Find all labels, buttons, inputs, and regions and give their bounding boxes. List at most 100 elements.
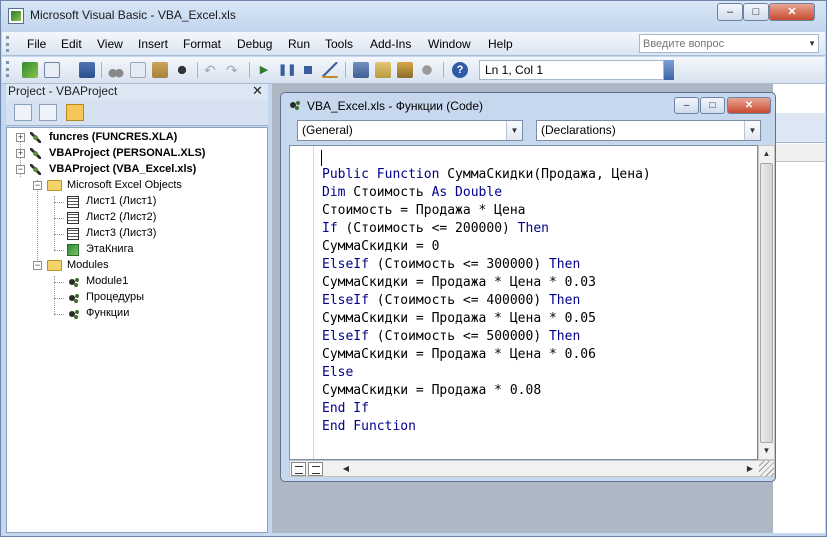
- chevron-down-icon[interactable]: ▼: [506, 121, 522, 140]
- code-line[interactable]: Else: [322, 364, 353, 382]
- menu-view[interactable]: View: [97, 37, 123, 51]
- collapse-icon[interactable]: −: [33, 181, 42, 190]
- menu-tools[interactable]: Tools: [325, 37, 353, 51]
- code-line[interactable]: If (Стоимость <= 200000) Then: [322, 220, 549, 238]
- code-line[interactable]: ElseIf (Стоимость <= 400000) Then: [322, 292, 580, 310]
- code-editor[interactable]: Public Function СуммаСкидки(Продажа, Цен…: [289, 145, 758, 460]
- code-line[interactable]: ElseIf (Стоимость <= 300000) Then: [322, 256, 580, 274]
- menu-debug[interactable]: Debug: [237, 37, 272, 51]
- tree-node-personal[interactable]: VBAProject (PERSONAL.XLS): [49, 147, 205, 159]
- minimize-button[interactable]: –: [717, 3, 743, 21]
- help-search-input[interactable]: [643, 36, 803, 51]
- tree-node-sheet2[interactable]: Лист2 (Лист2): [86, 211, 156, 223]
- save-icon[interactable]: [79, 62, 95, 78]
- toolbar-options-icon[interactable]: [664, 60, 674, 80]
- scroll-up-icon[interactable]: ▲: [759, 146, 774, 162]
- tree-node-procedures[interactable]: Процедуры: [86, 291, 144, 303]
- view-code-icon[interactable]: [14, 104, 32, 121]
- paste-icon[interactable]: [152, 62, 168, 78]
- code-maximize-button[interactable]: □: [700, 97, 725, 114]
- tree-node-sheet3[interactable]: Лист3 (Лист3): [86, 227, 156, 239]
- vertical-scrollbar[interactable]: ▲ ▼: [758, 145, 775, 460]
- menu-window[interactable]: Window: [428, 37, 471, 51]
- run-icon[interactable]: ▶: [256, 62, 272, 78]
- resize-grip[interactable]: [759, 461, 774, 476]
- code-line[interactable]: Dim Стоимость As Double: [322, 184, 502, 202]
- code-minimize-button[interactable]: –: [674, 97, 699, 114]
- object-browser-icon[interactable]: [397, 62, 413, 78]
- code-line[interactable]: СуммаСкидки = 0: [322, 238, 439, 256]
- collapse-icon[interactable]: −: [16, 165, 25, 174]
- menu-edit[interactable]: Edit: [61, 37, 82, 51]
- code-line[interactable]: ElseIf (Стоимость <= 500000) Then: [322, 328, 580, 346]
- toolbox-icon[interactable]: [419, 62, 435, 78]
- code-line[interactable]: End If: [322, 400, 369, 418]
- tree-node-vba-excel[interactable]: VBAProject (VBA_Excel.xls): [49, 163, 196, 175]
- help-icon[interactable]: ?: [452, 62, 468, 78]
- menu-insert[interactable]: Insert: [138, 37, 168, 51]
- menu-run[interactable]: Run: [288, 37, 310, 51]
- toggle-folders-icon[interactable]: [66, 104, 84, 121]
- break-icon[interactable]: ❚❚: [278, 62, 296, 78]
- tree-connector: [54, 282, 64, 283]
- horizontal-scrollbar[interactable]: [354, 462, 742, 475]
- tree-node-excel-objects[interactable]: Microsoft Excel Objects: [67, 179, 182, 191]
- redo-icon[interactable]: ↷: [226, 62, 242, 78]
- chevron-down-icon[interactable]: ▼: [808, 39, 816, 48]
- excel-view-icon[interactable]: [22, 62, 38, 78]
- close-button[interactable]: ✕: [769, 3, 815, 21]
- project-panel-title: Project - VBAProject: [8, 84, 118, 98]
- code-line[interactable]: СуммаСкидки = Продажа * Цена * 0.03: [322, 274, 596, 292]
- code-keyword: Else: [322, 365, 354, 380]
- code-line[interactable]: СуммаСкидки = Продажа * Цена * 0.05: [322, 310, 596, 328]
- code-line[interactable]: End Function: [322, 418, 416, 436]
- chevron-down-icon[interactable]: ▼: [744, 121, 760, 140]
- code-text: (Стоимость <= 300000): [368, 257, 549, 272]
- toolbar-grip[interactable]: [6, 61, 9, 77]
- title-bar[interactable]: Microsoft Visual Basic - VBA_Excel.xls –…: [1, 1, 826, 31]
- code-line[interactable]: Public Function СуммаСкидки(Продажа, Цен…: [322, 166, 651, 184]
- close-icon[interactable]: ✕: [252, 83, 263, 99]
- expand-icon[interactable]: +: [16, 133, 25, 142]
- menu-addins[interactable]: Add-Ins: [370, 37, 411, 51]
- tree-node-sheet1[interactable]: Лист1 (Лист1): [86, 195, 156, 207]
- undo-icon[interactable]: ↶: [204, 62, 220, 78]
- reset-icon[interactable]: [300, 62, 316, 78]
- find-icon[interactable]: [174, 62, 190, 78]
- code-line[interactable]: Стоимость = Продажа * Цена: [322, 202, 526, 220]
- scroll-left-icon[interactable]: ◀: [338, 461, 354, 476]
- code-line[interactable]: СуммаСкидки = Продажа * Цена * 0.06: [322, 346, 596, 364]
- expand-icon[interactable]: +: [16, 149, 25, 158]
- scroll-thumb[interactable]: [760, 163, 773, 443]
- object-dropdown[interactable]: (General) ▼: [297, 120, 523, 141]
- copy-icon[interactable]: [130, 62, 146, 78]
- menu-help[interactable]: Help: [488, 37, 513, 51]
- design-mode-icon[interactable]: [322, 62, 338, 78]
- bottom-bar: ◀ ▶: [289, 460, 775, 477]
- insert-module-icon[interactable]: [44, 62, 60, 78]
- tree-node-modules[interactable]: Modules: [67, 259, 109, 271]
- collapse-icon[interactable]: −: [33, 261, 42, 270]
- margin-indicator-bar[interactable]: [290, 146, 314, 459]
- help-search-box[interactable]: ▼: [639, 34, 819, 53]
- code-window-title: VBA_Excel.xls - Функции (Code): [307, 99, 483, 113]
- properties-icon[interactable]: [375, 62, 391, 78]
- menu-grip[interactable]: [6, 36, 9, 52]
- menu-format[interactable]: Format: [183, 37, 221, 51]
- full-module-view-icon[interactable]: [308, 462, 323, 476]
- tree-node-module1[interactable]: Module1: [86, 275, 128, 287]
- tree-node-funcres[interactable]: funcres (FUNCRES.XLA): [49, 131, 177, 143]
- code-line[interactable]: СуммаСкидки = Продажа * 0.08: [322, 382, 541, 400]
- menu-file[interactable]: File: [27, 37, 46, 51]
- scroll-down-icon[interactable]: ▼: [759, 443, 774, 459]
- project-explorer-icon[interactable]: [353, 62, 369, 78]
- scroll-right-icon[interactable]: ▶: [742, 461, 758, 476]
- cut-icon[interactable]: [108, 62, 124, 78]
- tree-node-this-workbook[interactable]: ЭтаКнига: [86, 243, 133, 255]
- tree-node-functions[interactable]: Функции: [86, 307, 129, 319]
- maximize-button[interactable]: □: [743, 3, 769, 21]
- procedure-view-icon[interactable]: [291, 462, 306, 476]
- view-object-icon[interactable]: [39, 104, 57, 121]
- procedure-dropdown[interactable]: (Declarations) ▼: [536, 120, 761, 141]
- code-close-button[interactable]: ✕: [727, 97, 771, 114]
